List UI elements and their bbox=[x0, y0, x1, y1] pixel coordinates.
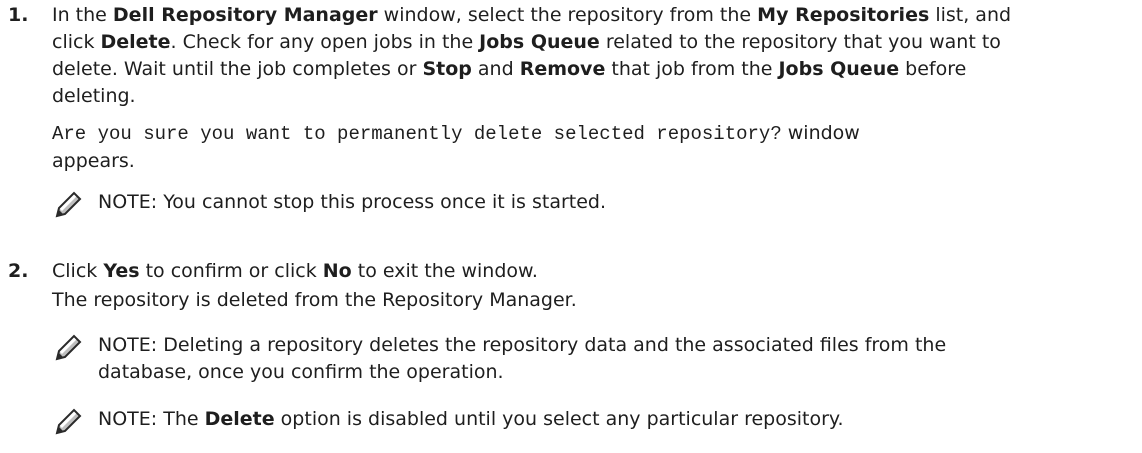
note-pencil-icon bbox=[55, 334, 82, 361]
text: to exit the window. bbox=[351, 260, 538, 282]
delete-label: Delete bbox=[100, 31, 171, 53]
dialog-text: Are you sure you want to permanently del… bbox=[52, 123, 782, 145]
note-text: The bbox=[157, 408, 205, 430]
app-name: Dell Repository Manager bbox=[112, 4, 378, 26]
text: related to the repository that you want … bbox=[599, 31, 1001, 53]
text: to confirm or click bbox=[139, 260, 323, 282]
note-pencil-icon bbox=[55, 191, 82, 218]
text: window bbox=[781, 122, 860, 144]
text: list, and bbox=[929, 4, 1012, 26]
note-label: NOTE: bbox=[98, 191, 158, 213]
step-1-instruction: In the Dell Repository Manager window, s… bbox=[52, 2, 1132, 110]
jobs-queue-label: Jobs Queue bbox=[479, 31, 600, 53]
text: . Check for any open jobs in the bbox=[170, 31, 480, 53]
result-text: The repository is deleted from the Repos… bbox=[52, 289, 577, 311]
step-body: Click Yes to confirm or click No to exit… bbox=[52, 258, 1132, 435]
delete-label: Delete bbox=[204, 408, 275, 430]
note-label: NOTE: bbox=[98, 334, 158, 356]
note-text: You cannot stop this process once it is … bbox=[157, 191, 607, 213]
step-2: 2. Click Yes to confirm or click No to e… bbox=[0, 258, 1142, 435]
step-number: 2. bbox=[8, 260, 29, 282]
text: delete. Wait until the job completes or bbox=[52, 58, 423, 80]
text: Click bbox=[52, 260, 104, 282]
confirmation-message: Are you sure you want to permanently del… bbox=[52, 120, 1132, 175]
jobs-queue-label: Jobs Queue bbox=[778, 58, 900, 80]
stop-label: Stop bbox=[422, 58, 472, 80]
remove-label: Remove bbox=[519, 58, 606, 80]
text: that job from the bbox=[605, 58, 779, 80]
text: window, select the repository from the bbox=[377, 4, 758, 26]
note-text: Deleting a repository deletes the reposi… bbox=[157, 334, 947, 356]
text: deleting. bbox=[52, 85, 136, 107]
step-2-instruction: Click Yes to confirm or click No to exit… bbox=[52, 258, 1132, 285]
step-body: In the Dell Repository Manager window, s… bbox=[52, 2, 1132, 218]
note-label: NOTE: bbox=[98, 408, 158, 430]
list-name: My Repositories bbox=[757, 4, 930, 26]
step-number: 1. bbox=[8, 4, 29, 26]
text: appears. bbox=[52, 150, 135, 172]
no-label: No bbox=[322, 260, 352, 282]
note: NOTE: The Delete option is disabled unti… bbox=[52, 406, 1132, 435]
note-text: database, once you confirm the operation… bbox=[98, 361, 504, 383]
yes-label: Yes bbox=[103, 260, 140, 282]
note: NOTE: You cannot stop this process once … bbox=[52, 189, 1132, 218]
note: NOTE: Deleting a repository deletes the … bbox=[52, 332, 1132, 386]
step-1: 1. In the Dell Repository Manager window… bbox=[0, 2, 1142, 218]
text: and bbox=[471, 58, 520, 80]
note-text: option is disabled until you select any … bbox=[274, 408, 844, 430]
text: click bbox=[52, 31, 101, 53]
text: before bbox=[899, 58, 967, 80]
text: In the bbox=[52, 4, 113, 26]
note-pencil-icon bbox=[55, 408, 82, 435]
